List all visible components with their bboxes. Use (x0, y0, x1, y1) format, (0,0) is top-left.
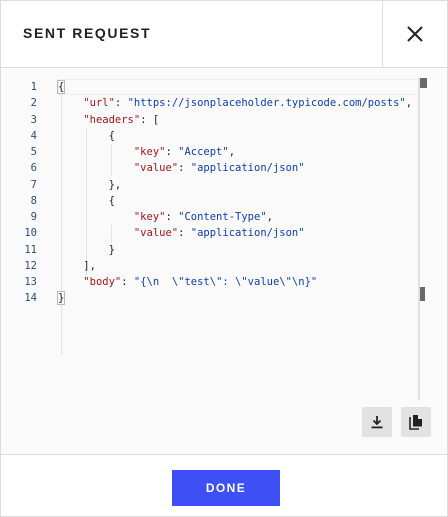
json-punctuation: { (58, 129, 115, 142)
json-punctuation: : (178, 162, 191, 175)
download-button[interactable] (362, 407, 392, 437)
json-punctuation: , (228, 146, 236, 158)
sent-request-dialog: SENT REQUEST 1 2 3 4 5 6 7 8 9 10 11 12 13 14 { "url"… (0, 0, 448, 517)
line-number: 1 (30, 81, 37, 93)
json-key: "headers" (83, 113, 141, 126)
json-punctuation (58, 227, 134, 239)
line-number: 3 (30, 113, 37, 126)
json-punctuation (58, 162, 134, 174)
code-line: "url": "https://jsonplaceholder.typicode… (58, 95, 420, 111)
line-number: 10 (24, 227, 37, 240)
scrollbar-marker (420, 78, 427, 88)
code-line: { (56, 79, 420, 95)
json-string: "{\n \"test\": \"value\"\n}" (133, 276, 318, 288)
line-number: 2 (30, 97, 37, 110)
code-line: }, (58, 177, 420, 193)
code-line: "key": "Content-Type", (58, 209, 420, 225)
json-punctuation: : (165, 146, 179, 158)
json-punctuation: }, (58, 178, 122, 191)
json-key: "value" (133, 162, 179, 175)
scrollbar-thumb[interactable] (420, 287, 425, 301)
code-line: "body": "{\n \"test\": \"value\"\n}" (58, 274, 420, 290)
close-icon (407, 26, 423, 42)
json-punctuation: , (266, 211, 273, 223)
json-key: "key" (133, 146, 166, 158)
copy-icon (409, 415, 422, 430)
line-number: 9 (30, 211, 37, 223)
code-line: "key": "Accept", (58, 144, 420, 160)
code-line: "headers": [ (58, 112, 420, 128)
line-number: 5 (30, 146, 37, 158)
code-editor[interactable]: 1 2 3 4 5 6 7 8 9 10 11 12 13 14 { "url": "https://js… (1, 68, 447, 454)
json-string: "Content-Type" (178, 211, 267, 223)
json-key: "key" (133, 211, 166, 223)
json-punctuation (58, 211, 134, 223)
json-string: "application/json" (190, 227, 305, 240)
vertical-scrollbar[interactable] (418, 78, 420, 400)
line-number: 12 (24, 259, 37, 272)
copy-button[interactable] (401, 407, 431, 437)
json-string: "application/json" (190, 162, 305, 175)
code-line: } (58, 242, 420, 258)
done-button[interactable]: DONE (172, 470, 280, 506)
line-number: 6 (30, 162, 37, 175)
json-key: "body" (83, 276, 122, 288)
json-string: "https://jsonplaceholder.typicode.com/po… (127, 97, 406, 110)
json-punctuation: { (56, 80, 66, 94)
json-key: "url" (83, 97, 115, 110)
line-number: 7 (30, 178, 37, 191)
json-punctuation (58, 114, 83, 126)
download-icon (371, 416, 383, 429)
line-number-gutter: 1 2 3 4 5 6 7 8 9 10 11 12 13 14 (1, 79, 37, 307)
json-punctuation: } (58, 243, 115, 256)
code-line: "value": "application/json" (58, 160, 420, 176)
json-punctuation (58, 276, 83, 288)
json-punctuation (58, 97, 83, 109)
line-number: 11 (24, 243, 37, 256)
json-punctuation: : (165, 211, 179, 223)
json-punctuation: ], (58, 259, 96, 272)
json-punctuation: } (56, 291, 66, 306)
code-line: { (58, 128, 420, 144)
code-content[interactable]: { "url": "https://jsonplaceholder.typico… (56, 79, 420, 355)
dialog-title: SENT REQUEST (23, 25, 152, 41)
json-punctuation: : [ (140, 113, 160, 126)
line-number: 14 (24, 292, 37, 305)
close-button[interactable] (382, 1, 447, 67)
json-punctuation: { (58, 194, 115, 207)
line-number: 4 (30, 129, 37, 142)
json-punctuation (58, 146, 134, 158)
code-line: { (58, 193, 420, 209)
line-number: 13 (24, 276, 37, 288)
json-string: "Accept" (178, 146, 229, 158)
json-punctuation: : (121, 276, 134, 288)
dialog-footer: DONE (1, 454, 447, 517)
json-punctuation: : (114, 97, 128, 110)
line-number: 8 (30, 194, 37, 207)
dialog-header: SENT REQUEST (1, 1, 447, 68)
code-line: ], (58, 258, 420, 274)
json-punctuation: : (178, 227, 191, 240)
code-line: "value": "application/json" (58, 225, 420, 241)
json-punctuation: , (405, 97, 413, 110)
json-key: "value" (133, 227, 179, 240)
code-line: } (56, 290, 420, 306)
